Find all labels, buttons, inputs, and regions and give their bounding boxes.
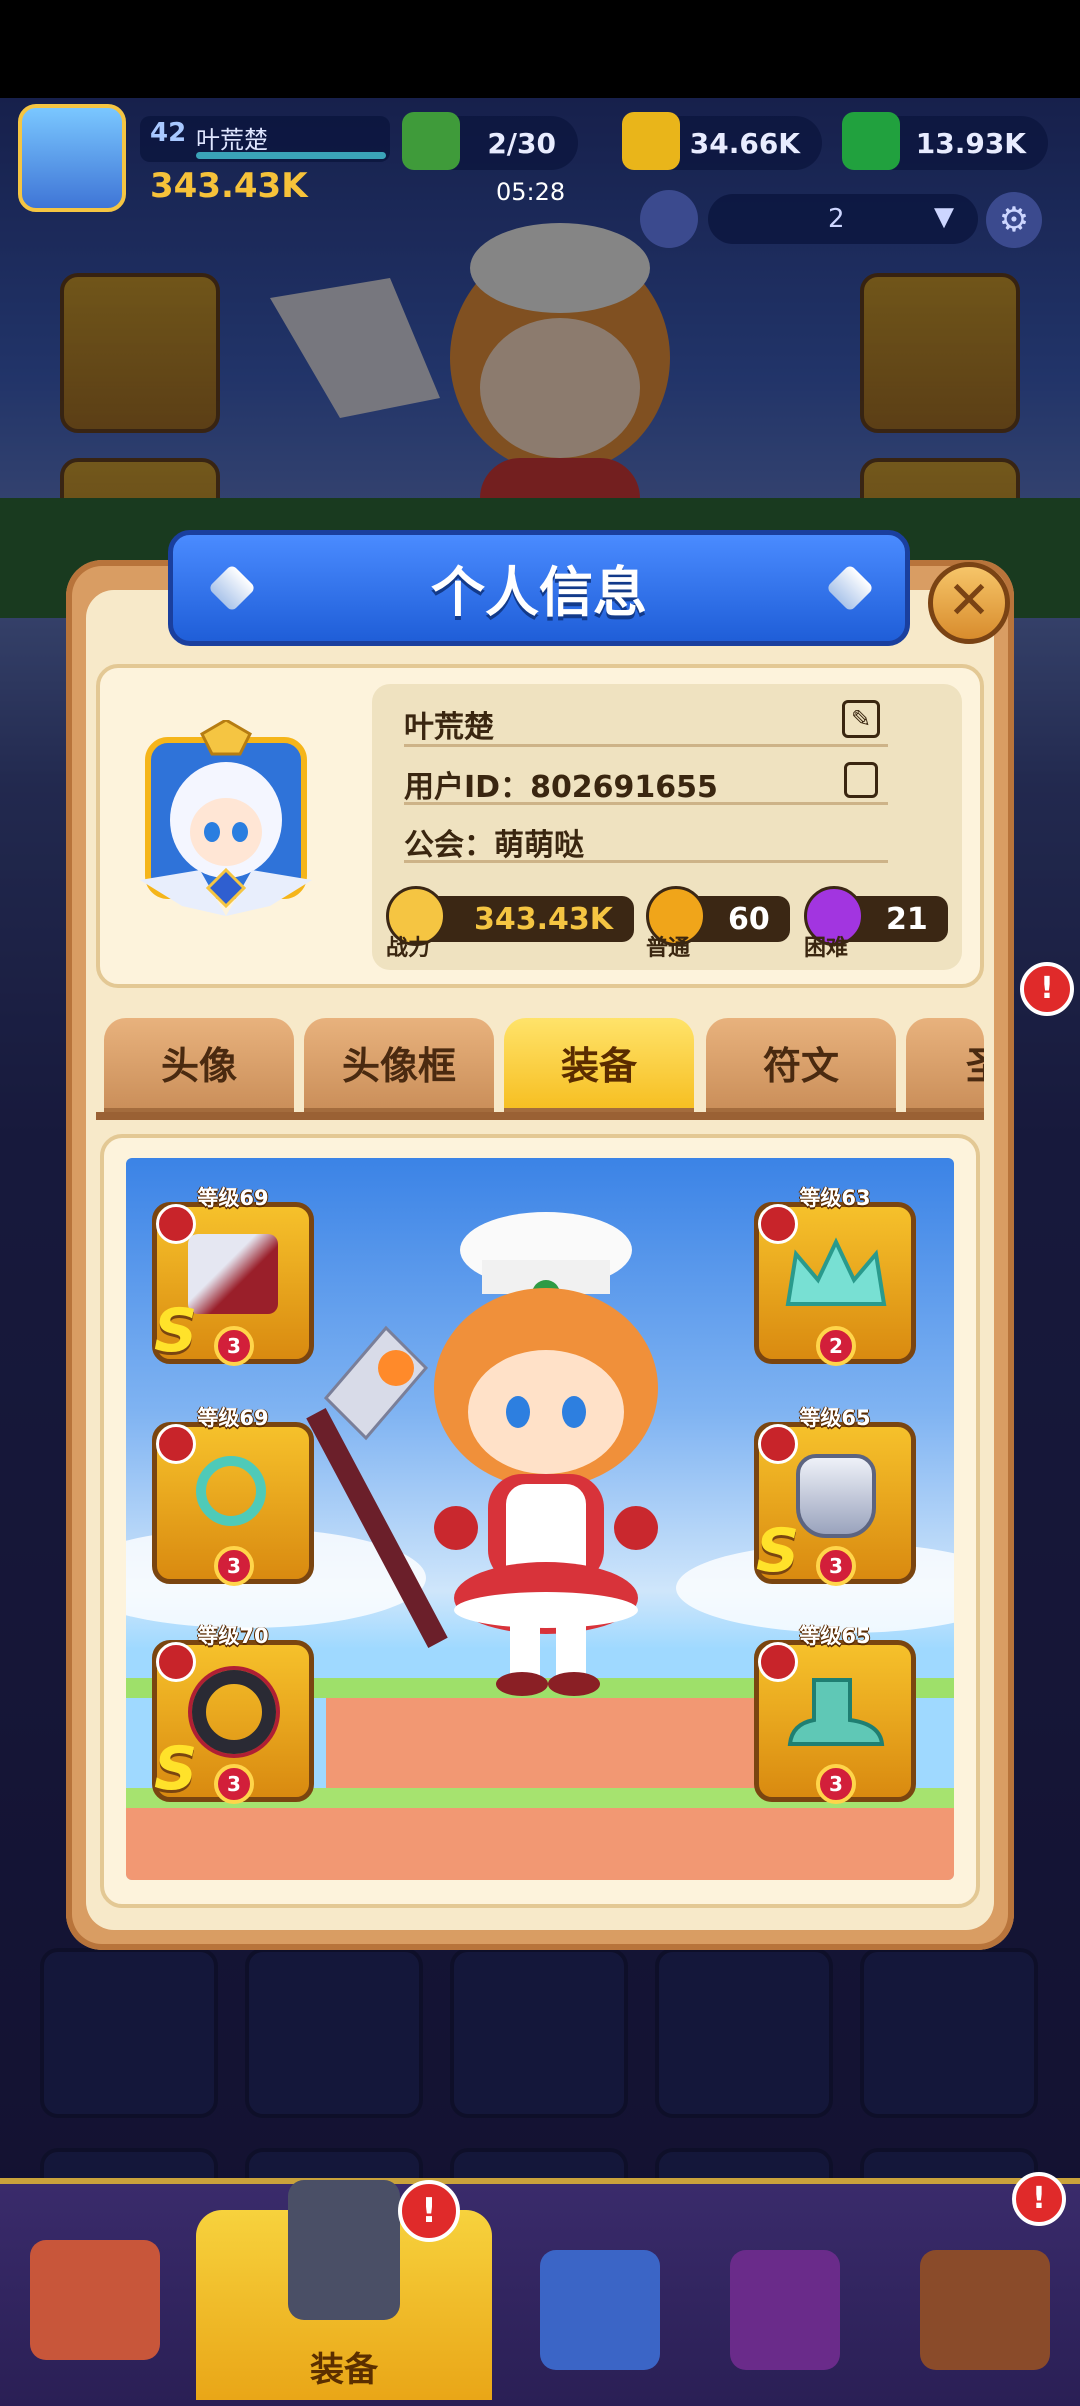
hard-stage-stat: 21 困难	[804, 886, 948, 961]
necklace-icon	[196, 1456, 266, 1526]
normal-stage-stat: 60 普通	[646, 886, 790, 961]
equip-slot-necklace[interactable]: 等级69 3	[152, 1406, 314, 1586]
hero-character	[306, 1212, 658, 1696]
equip-slot-boots[interactable]: 等级65 3	[754, 1624, 916, 1804]
notification-badge: !	[1012, 2172, 1066, 2226]
equip-level: 等级65	[799, 1624, 871, 1648]
shop-icon[interactable]	[30, 2240, 160, 2360]
normal-label: 普通	[646, 936, 691, 961]
normal-value: 60	[728, 902, 770, 937]
star-count: 3	[214, 1326, 254, 1366]
hard-value: 21	[886, 902, 928, 937]
player-power: 343.43K	[150, 166, 308, 206]
tab-rail	[96, 1112, 984, 1120]
equipment-showcase: 等级69 S 3 等级69 3 等级70 S 3 等级63 2 等级65 S 3	[126, 1158, 954, 1880]
star-count: 3	[816, 1764, 856, 1804]
crown-icon	[785, 1237, 887, 1306]
power-value: 343.43K	[474, 902, 614, 937]
equip-slot-weapon[interactable]: 等级69 S 3	[152, 1186, 314, 1366]
notification-badge: !	[398, 2180, 460, 2242]
armor-icon	[288, 2180, 400, 2320]
s-rank-badge: S	[154, 1296, 198, 1366]
tab-equipment[interactable]: 装备	[504, 1018, 694, 1114]
equip-slot-ring[interactable]: 等级70 S 3	[152, 1624, 314, 1804]
gold-value: 34.66K	[689, 127, 800, 160]
equip-level: 等级69	[197, 1406, 269, 1430]
equip-level: 等级70	[197, 1624, 269, 1648]
energy-value: 2/30	[487, 127, 556, 160]
tab-holy[interactable]: 圣	[906, 1018, 984, 1114]
edit-icon[interactable]: ✎	[842, 700, 880, 738]
star-count: 3	[214, 1764, 254, 1804]
guild-name: 公会：萌萌哒	[404, 828, 584, 863]
chevron-down-icon: ▼	[934, 202, 954, 232]
axe-icon	[188, 1234, 278, 1314]
nav-equipment-label: 装备	[310, 2350, 378, 2390]
profile-name: 叶荒楚	[404, 710, 494, 745]
notification-badge: !	[1020, 962, 1074, 1016]
hard-label: 困难	[804, 936, 849, 961]
trophy-icon[interactable]	[730, 2250, 840, 2370]
gem-icon	[842, 112, 900, 170]
team-selector[interactable]: 2 ▼	[708, 194, 978, 244]
tab-avatar-frame[interactable]: 头像框	[304, 1018, 494, 1114]
star-count: 2	[816, 1326, 856, 1366]
equip-level: 等级69	[197, 1186, 269, 1210]
gem-counter[interactable]: 13.93K	[842, 112, 1048, 170]
tab-avatar[interactable]: 头像	[104, 1018, 294, 1114]
crown-icon[interactable]	[640, 190, 698, 248]
power-label: 战力	[386, 936, 431, 961]
player-avatar[interactable]	[18, 104, 126, 212]
shield-icon[interactable]	[540, 2250, 660, 2370]
star-count: 3	[816, 1546, 856, 1586]
user-id: 用户ID：802691655	[404, 770, 718, 805]
ring-icon	[192, 1670, 276, 1754]
divider	[404, 744, 888, 747]
status-bar	[0, 0, 1080, 98]
gold-counter[interactable]: 34.66K	[622, 112, 822, 170]
energy-icon	[402, 112, 460, 170]
divider	[404, 860, 888, 863]
profile-avatar[interactable]	[140, 720, 312, 918]
equip-level: 等级63	[799, 1186, 871, 1210]
tab-runes[interactable]: 符文	[706, 1018, 896, 1114]
gem-value: 13.93K	[915, 127, 1026, 160]
equip-level: 等级65	[799, 1406, 871, 1430]
modal-title: 个人信息	[431, 561, 647, 624]
exp-bar	[196, 152, 386, 159]
map-icon[interactable]	[920, 2250, 1050, 2370]
equip-slot-helmet[interactable]: 等级63 2	[754, 1186, 916, 1366]
close-button[interactable]: ✕	[928, 562, 1010, 644]
player-level: 42	[150, 118, 187, 148]
selector-value: 2	[828, 204, 845, 234]
gold-icon	[622, 112, 680, 170]
settings-icon[interactable]: ⚙	[986, 192, 1042, 248]
power-stat: 343.43K 战力	[386, 886, 634, 961]
equip-slot-armor[interactable]: 等级65 S 3	[754, 1406, 916, 1586]
player-name: 叶荒楚	[196, 126, 268, 154]
boots-icon	[787, 1678, 885, 1746]
timer-label: 05:28	[496, 178, 566, 206]
s-rank-badge: S	[756, 1516, 800, 1586]
copy-icon[interactable]	[844, 762, 878, 798]
star-count: 3	[214, 1546, 254, 1586]
energy-counter[interactable]: 2/30	[402, 112, 578, 170]
armor-icon	[796, 1454, 876, 1538]
divider	[404, 802, 888, 805]
s-rank-badge: S	[154, 1734, 198, 1804]
